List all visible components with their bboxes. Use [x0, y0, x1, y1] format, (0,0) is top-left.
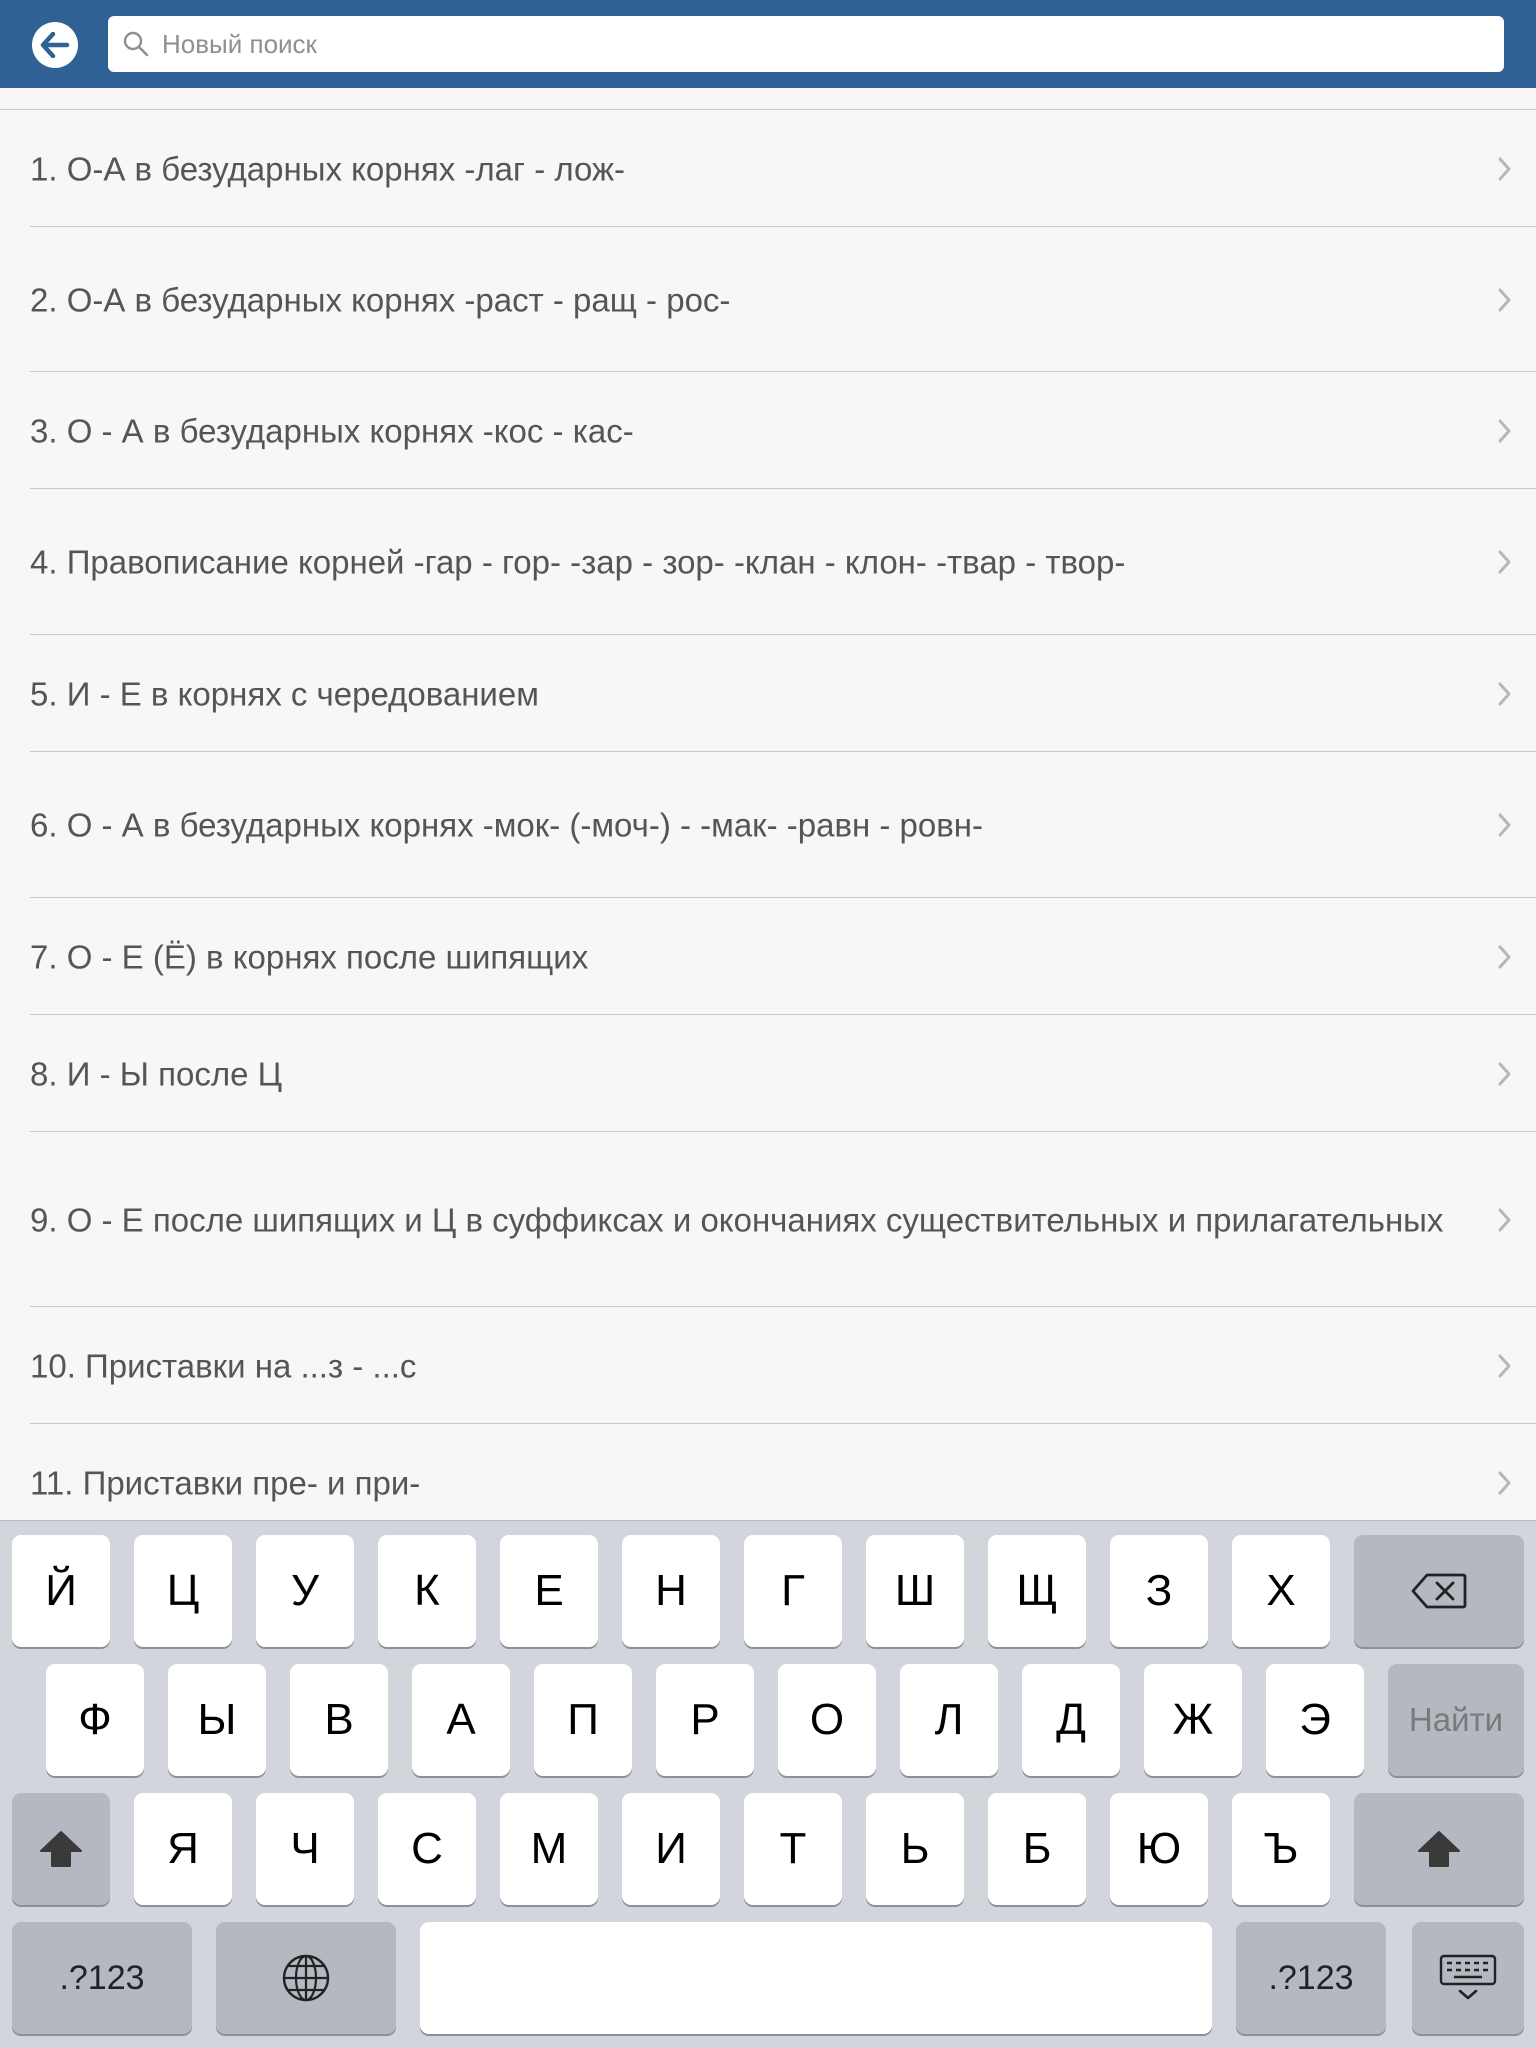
list-item[interactable]: 6. О - А в безударных корнях -мок- (-моч… — [0, 752, 1536, 898]
chevron-right-icon — [1498, 288, 1511, 311]
chevron-right-icon — [1498, 945, 1511, 968]
hide-keyboard-key[interactable] — [1412, 1922, 1524, 2034]
keyboard-hide-icon — [1439, 1954, 1497, 2000]
list-item[interactable]: 10. Приставки на ...з - ...с — [0, 1307, 1536, 1424]
back-button[interactable] — [32, 22, 78, 68]
search-key[interactable]: Найти — [1388, 1664, 1524, 1776]
list-item-label: 11. Приставки пре- и при- — [30, 1464, 421, 1501]
list-item[interactable]: 7. О - Е (Ё) в корнях после шипящих — [0, 898, 1536, 1015]
key-letter[interactable]: Ь — [866, 1793, 964, 1905]
key-letter[interactable]: Г — [744, 1535, 842, 1647]
key-letter[interactable]: Ж — [1144, 1664, 1242, 1776]
key-letter[interactable]: А — [412, 1664, 510, 1776]
list-item-label: 7. О - Е (Ё) в корнях после шипящих — [30, 938, 589, 975]
arrow-left-icon — [40, 32, 70, 58]
key-letter[interactable]: П — [534, 1664, 632, 1776]
app: 1. О-А в безударных корнях -лаг - лож- 2… — [0, 0, 1536, 2048]
chevron-right-icon — [1498, 419, 1511, 442]
chevron-right-icon — [1498, 157, 1511, 181]
backspace-icon — [1411, 1573, 1467, 1609]
chevron-right-icon — [1498, 550, 1511, 574]
key-letter[interactable]: Ч — [256, 1793, 354, 1905]
search-input[interactable] — [162, 16, 1482, 72]
list-item[interactable]: 8. И - Ы после Ц — [0, 1015, 1536, 1132]
list-item[interactable]: 2. О-А в безударных корнях -раст - ращ -… — [0, 227, 1536, 372]
list-item[interactable]: 1. О-А в безударных корнях -лаг - лож- — [0, 111, 1536, 227]
key-letter[interactable]: Л — [900, 1664, 998, 1776]
list-item[interactable]: 9. О - Е после шипящих и Ц в суффиксах и… — [0, 1132, 1536, 1307]
key-letter[interactable]: Д — [1022, 1664, 1120, 1776]
header-divider — [0, 88, 1536, 110]
shift-key-left[interactable] — [12, 1793, 110, 1905]
list-item-label: 2. О-А в безударных корнях -раст - ращ -… — [30, 281, 731, 318]
key-letter[interactable]: Ц — [134, 1535, 232, 1647]
key-letter[interactable]: Ю — [1110, 1793, 1208, 1905]
search-field[interactable] — [108, 16, 1504, 72]
list-item[interactable]: 4. Правописание корней -гар - гор- -зар … — [0, 489, 1536, 635]
keyboard: Й Ц У К Е Н Г Ш Щ З Х Ф Ы В А П Р О Л Д … — [0, 1520, 1536, 2048]
key-letter[interactable]: Ы — [168, 1664, 266, 1776]
key-letter[interactable]: Б — [988, 1793, 1086, 1905]
key-letter[interactable]: Э — [1266, 1664, 1364, 1776]
search-icon — [123, 31, 149, 57]
list-item-label: 6. О - А в безударных корнях -мок- (-моч… — [30, 806, 984, 844]
numbers-key-left[interactable]: .?123 — [12, 1922, 192, 2034]
key-letter[interactable]: Х — [1232, 1535, 1330, 1647]
list-item-label: 8. И - Ы после Ц — [30, 1055, 283, 1092]
shift-icon — [1418, 1831, 1460, 1867]
list-item-label: 10. Приставки на ...з - ...с — [30, 1347, 417, 1384]
list-item[interactable]: 3. О - А в безударных корнях -кос - кас- — [0, 372, 1536, 489]
numbers-key-right[interactable]: .?123 — [1236, 1922, 1386, 2034]
key-letter[interactable]: О — [778, 1664, 876, 1776]
key-letter[interactable]: И — [622, 1793, 720, 1905]
list-item-label: 1. О-А в безударных корнях -лаг - лож- — [30, 150, 626, 188]
key-letter[interactable]: Я — [134, 1793, 232, 1905]
key-letter[interactable]: У — [256, 1535, 354, 1647]
key-letter[interactable]: К — [378, 1535, 476, 1647]
key-letter[interactable]: Щ — [988, 1535, 1086, 1647]
key-letter[interactable]: З — [1110, 1535, 1208, 1647]
list-item-label: 9. О - Е после шипящих и Ц в суффиксах и… — [30, 1201, 1444, 1238]
chevron-right-icon — [1498, 682, 1511, 705]
navigation-bar — [0, 0, 1536, 88]
list-item-label: 5. И - Е в корнях с чередованием — [30, 675, 539, 712]
key-letter[interactable]: Н — [622, 1535, 720, 1647]
key-letter[interactable]: Т — [744, 1793, 842, 1905]
list-item[interactable]: 5. И - Е в корнях с чередованием — [0, 635, 1536, 752]
globe-key[interactable] — [216, 1922, 396, 2034]
chevron-right-icon — [1498, 1062, 1511, 1085]
key-letter[interactable]: Ф — [46, 1664, 144, 1776]
chevron-right-icon — [1498, 813, 1511, 837]
key-letter[interactable]: В — [290, 1664, 388, 1776]
key-letter[interactable]: Е — [500, 1535, 598, 1647]
key-letter[interactable]: Ш — [866, 1535, 964, 1647]
key-letter[interactable]: Р — [656, 1664, 754, 1776]
key-letter[interactable]: Ъ — [1232, 1793, 1330, 1905]
chevron-right-icon — [1498, 1354, 1511, 1377]
key-letter[interactable]: М — [500, 1793, 598, 1905]
list-item-label: 4. Правописание корней -гар - гор- -зар … — [30, 543, 1126, 581]
key-letter[interactable]: С — [378, 1793, 476, 1905]
globe-icon — [282, 1954, 330, 2002]
list-item-label: 3. О - А в безударных корнях -кос - кас- — [30, 412, 634, 449]
space-key[interactable] — [420, 1922, 1212, 2034]
key-letter[interactable]: Й — [12, 1535, 110, 1647]
chevron-right-icon — [1498, 1471, 1511, 1494]
chevron-right-icon — [1498, 1208, 1511, 1231]
backspace-key[interactable] — [1354, 1535, 1524, 1647]
shift-key-right[interactable] — [1354, 1793, 1524, 1905]
shift-icon — [40, 1831, 82, 1867]
topic-list: 1. О-А в безударных корнях -лаг - лож- 2… — [0, 111, 1536, 1541]
